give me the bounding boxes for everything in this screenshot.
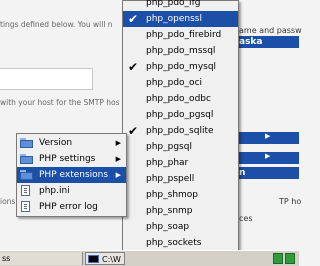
checkmark-icon: ✔ (128, 124, 139, 138)
menu-item-label: php_pgsql (146, 142, 192, 152)
menu-item-php-error-log[interactable]: PHP error log (17, 199, 126, 215)
submenu-arrow-icon: ▶ (115, 139, 121, 147)
bg-right-row-3: n (239, 167, 299, 179)
document-icon (21, 185, 30, 196)
submenu-arrow-icon: ▶ (115, 171, 121, 179)
menu-item-php-pdo-ifg[interactable]: php_pdo_ifg (123, 0, 238, 11)
menu-item-php-pdo-firebird[interactable]: php_pdo_firebird (123, 27, 238, 43)
bg-text-line-3: ions (0, 197, 16, 206)
cmd-taskbar-label: C:\W (102, 255, 121, 264)
tray-icon[interactable] (273, 253, 283, 264)
menu-item-label: php_shmop (146, 190, 199, 200)
menu-item-label: php_pdo_ifg (146, 0, 201, 8)
menu-item-php-shmop[interactable]: php_shmop (123, 187, 238, 203)
folder-body (20, 156, 33, 164)
bg-text-line-2: with your host for the SMTP hos (0, 98, 120, 107)
tray-icon[interactable] (285, 253, 295, 264)
folder-body (20, 172, 33, 180)
folder-icon (20, 138, 33, 148)
menu-item-label: php_pdo_firebird (146, 30, 222, 40)
cmd-taskbar-button[interactable]: C:\W (85, 252, 125, 265)
folder-icon (20, 154, 33, 164)
menu-item-php-phar[interactable]: php_phar (123, 155, 238, 171)
php-submenu: Version ▶ PHP settings ▶ PHP extensions ▶ php.… (16, 133, 127, 217)
folder-body (20, 140, 33, 148)
bg-right-line-1: ame and passw (239, 26, 302, 35)
menu-item-php-pgsql[interactable]: php_pgsql (123, 139, 238, 155)
menu-item-label: PHP error log (39, 202, 98, 212)
menu-item-php-ini[interactable]: php.ini (17, 183, 126, 199)
bg-right-line-3: ces (239, 214, 253, 223)
checkmark-icon: ✔ (128, 12, 139, 26)
menu-item-php-pspell[interactable]: php_pspell (123, 171, 238, 187)
menu-item-label: php_pdo_oci (146, 78, 203, 88)
bg-right-heading: aska (239, 36, 299, 48)
menu-item-php-openssl[interactable]: ✔ php_openssl (123, 11, 238, 27)
menu-item-php-pdo-mysql[interactable]: ✔ php_pdo_mysql (123, 59, 238, 75)
menu-item-label: Version (39, 138, 73, 148)
bg-right-row-3-text: n (239, 168, 246, 178)
bg-right-submenu-row-2: ▶ (239, 152, 299, 164)
folder-icon (20, 170, 33, 180)
menu-item-label: php_pspell (146, 174, 195, 184)
text-input[interactable] (0, 68, 93, 90)
menu-item-label: php_phar (146, 158, 189, 168)
menu-item-version[interactable]: Version ▶ (17, 135, 126, 151)
menu-item-label: php.ini (39, 186, 70, 196)
menu-item-label: php_pdo_mssql (146, 46, 216, 56)
menu-item-php-extensions[interactable]: PHP extensions ▶ (17, 167, 126, 183)
menu-item-label: php_pdo_mysql (146, 62, 217, 72)
menu-item-label: php_pdo_pgsql (146, 110, 214, 120)
taskbar-left-item[interactable]: ss (0, 252, 83, 265)
background-right-panel: ame and passw aska ▶ ▶ n ces TP ho (239, 0, 302, 250)
menu-item-label: PHP settings (39, 154, 96, 164)
taskbar: ss C:\W (0, 250, 299, 266)
bg-right-submenu-row-1: ▶ (239, 132, 299, 144)
menu-item-php-pdo-mssql[interactable]: php_pdo_mssql (123, 43, 238, 59)
menu-item-label: php_pdo_odbc (146, 94, 211, 104)
php-extensions-menu: php_pdo_ifg ✔ php_openssl php_pdo_firebirdp… (122, 0, 239, 252)
cmd-icon (88, 255, 99, 263)
menu-item-label: php_snmp (146, 206, 193, 216)
bg-right-line-4: TP ho (279, 197, 302, 206)
menu-item-php-sockets[interactable]: php_sockets (123, 235, 238, 251)
menu-item-php-pdo-sqlite[interactable]: ✔ php_pdo_sqlite (123, 123, 238, 139)
menu-item-php-pdo-odbc[interactable]: php_pdo_odbc (123, 91, 238, 107)
menu-item-label: php_sockets (146, 238, 202, 248)
checkmark-icon: ✔ (128, 60, 139, 74)
taskbar-left-text: ss (2, 254, 11, 263)
menu-item-php-pdo-oci[interactable]: php_pdo_oci (123, 75, 238, 91)
bg-right-heading-text: aska (239, 37, 263, 47)
menu-item-label: PHP extensions (39, 170, 109, 180)
bg-text-line-1: tings defined below. You will n (0, 20, 113, 29)
menu-item-php-pdo-pgsql[interactable]: php_pdo_pgsql (123, 107, 238, 123)
menu-item-php-snmp[interactable]: php_snmp (123, 203, 238, 219)
submenu-arrow-icon: ▶ (115, 155, 121, 163)
menu-item-php-settings[interactable]: PHP settings ▶ (17, 151, 126, 167)
menu-item-label: php_pdo_sqlite (146, 126, 214, 136)
menu-item-php-soap[interactable]: php_soap (123, 219, 238, 235)
document-icon (21, 201, 30, 212)
menu-item-label: php_soap (146, 222, 190, 232)
menu-item-label: php_openssl (146, 14, 202, 24)
